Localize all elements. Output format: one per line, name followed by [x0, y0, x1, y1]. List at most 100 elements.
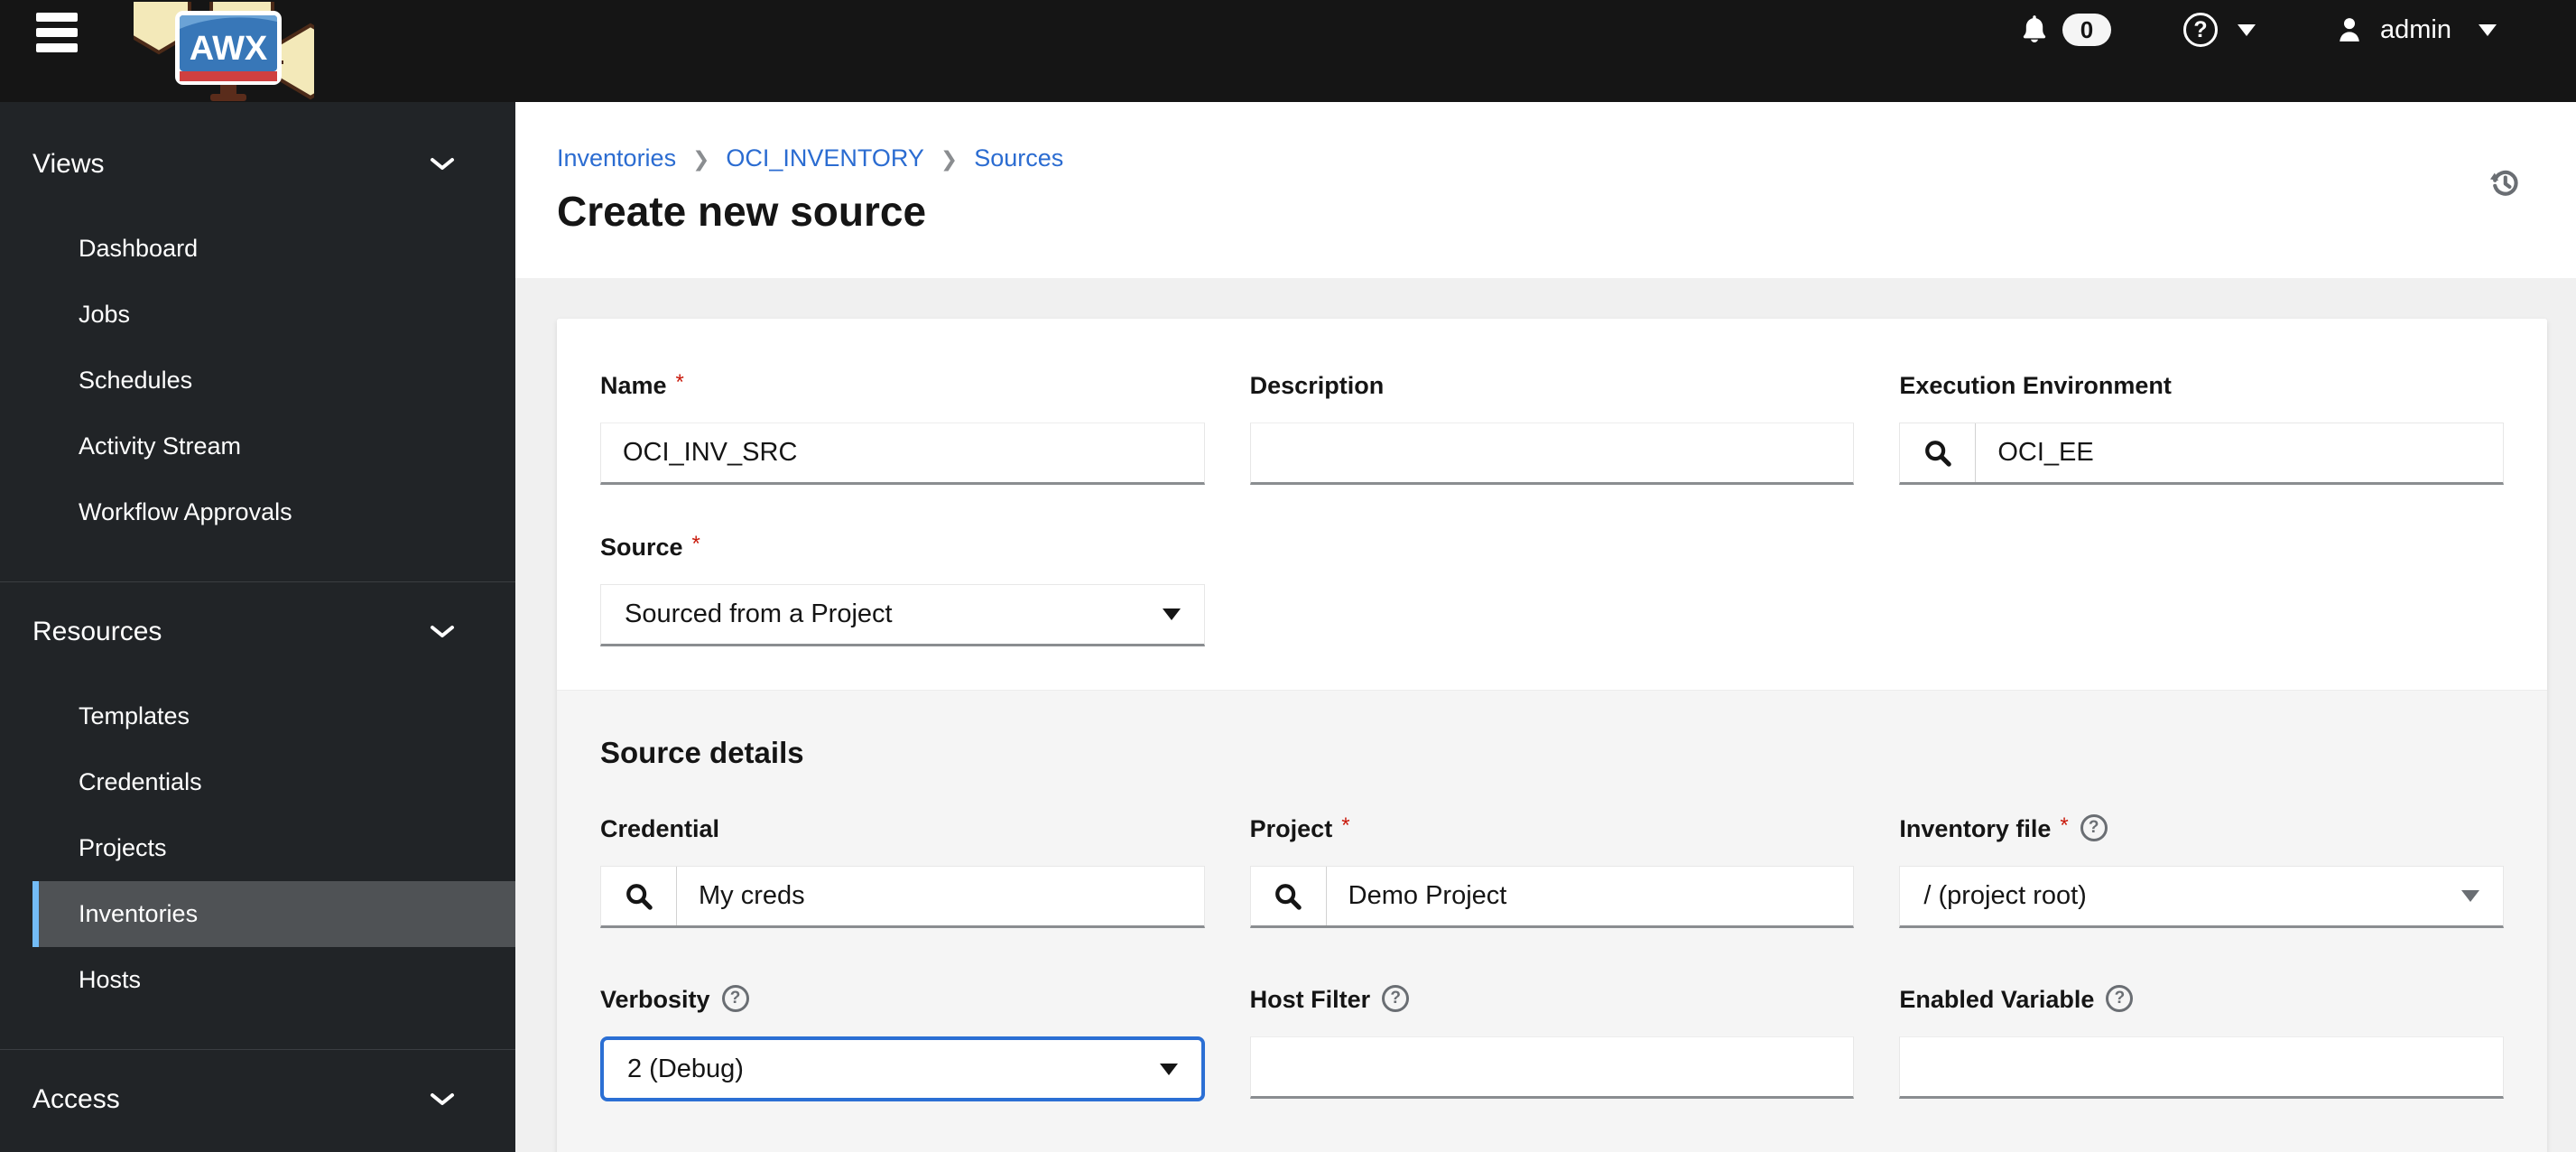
inventory-file-label: Inventory file	[1899, 814, 2052, 842]
inventory-file-select[interactable]: / (project root)	[1899, 866, 2504, 928]
search-icon	[1275, 883, 1302, 910]
field-inventory-file: Inventory file * ? / (project root)	[1899, 813, 2504, 928]
field-name: Name *	[600, 370, 1205, 485]
help-menu-button[interactable]: ?	[2183, 13, 2256, 47]
caret-down-icon	[2461, 890, 2479, 902]
main-content: Inventories ❯ OCI_INVENTORY ❯ Sources Cr…	[515, 102, 2576, 1152]
sidebar-item-activity-stream[interactable]: Activity Stream	[0, 413, 515, 479]
sidebar-item-dashboard[interactable]: Dashboard	[0, 216, 515, 282]
verbosity-select[interactable]: 2 (Debug)	[600, 1036, 1205, 1101]
awx-logo[interactable]: AWX	[134, 2, 314, 101]
history-button[interactable]	[2488, 165, 2522, 202]
sidebar-group-resources: Resources Templates Credentials Projects…	[0, 581, 515, 1013]
source-select[interactable]: Sourced from a Project	[600, 584, 1205, 646]
chevron-down-icon	[431, 626, 454, 637]
breadcrumb-link-oci-inventory[interactable]: OCI_INVENTORY	[726, 144, 924, 172]
help-icon[interactable]: ?	[721, 985, 749, 1012]
name-input[interactable]	[600, 423, 1205, 485]
field-credential: Credential	[600, 813, 1205, 928]
credential-input[interactable]	[677, 867, 1204, 925]
breadcrumb-link-sources[interactable]: Sources	[974, 144, 1063, 172]
caret-down-icon	[1162, 609, 1181, 620]
required-asterisk: *	[675, 370, 684, 395]
sidebar-item-inventories[interactable]: Inventories	[32, 881, 515, 947]
sidebar-item-templates[interactable]: Templates	[0, 683, 515, 749]
content-area: Name * Description	[515, 278, 2576, 1152]
sidebar-group-access: Access	[0, 1049, 515, 1128]
breadcrumb-link-inventories[interactable]: Inventories	[557, 144, 676, 172]
sidebar-item-jobs[interactable]: Jobs	[0, 282, 515, 348]
notification-badge: 0	[2062, 14, 2111, 46]
description-label: Description	[1249, 371, 1385, 399]
host-filter-input[interactable]	[1249, 1036, 1855, 1099]
host-filter-label: Host Filter	[1249, 985, 1371, 1013]
section-title: Source details	[600, 736, 804, 769]
project-label: Project	[1249, 814, 1333, 842]
chevron-down-icon	[2238, 23, 2256, 36]
question-icon: ?	[2183, 13, 2218, 47]
sidebar-item-credentials[interactable]: Credentials	[0, 749, 515, 815]
execution-environment-lookup	[1899, 423, 2504, 485]
awx-logo-graphic: AWX	[134, 2, 314, 101]
sidebar-group-toggle[interactable]: Resources	[0, 604, 515, 660]
bell-icon	[2023, 15, 2046, 42]
breadcrumb-separator-icon: ❯	[940, 147, 959, 171]
field-enabled-variable: Enabled Variable ?	[1899, 984, 2504, 1101]
hamburger-menu-icon[interactable]	[36, 13, 78, 54]
required-asterisk: *	[1341, 813, 1350, 838]
search-icon	[1924, 440, 1951, 467]
name-label: Name	[600, 371, 667, 399]
enabled-variable-input[interactable]	[1899, 1036, 2504, 1099]
required-asterisk: *	[691, 532, 700, 556]
field-verbosity: Verbosity ? 2 (Debug)	[600, 984, 1205, 1101]
user-icon	[2340, 18, 2359, 42]
chevron-down-icon	[431, 1093, 454, 1105]
project-input[interactable]	[1326, 867, 1854, 925]
sidebar-item-schedules[interactable]: Schedules	[0, 348, 515, 413]
sidebar-item-workflow-approvals[interactable]: Workflow Approvals	[0, 479, 515, 545]
masthead-toolbar: 0 ? admin	[2017, 0, 2497, 60]
chevron-down-icon	[431, 158, 454, 170]
field-source: Source * Sourced from a Project	[600, 532, 1205, 646]
execution-environment-input[interactable]	[1976, 423, 2503, 482]
help-icon[interactable]: ?	[2106, 985, 2134, 1012]
breadcrumb: Inventories ❯ OCI_INVENTORY ❯ Sources	[557, 144, 2576, 172]
enabled-variable-label: Enabled Variable	[1899, 985, 2095, 1013]
page-title: Create new source	[557, 188, 927, 235]
source-details-section: Source details Credential My creds Proje…	[557, 690, 2547, 1152]
source-form-card: Name * Description	[557, 319, 2547, 1152]
page-header: Inventories ❯ OCI_INVENTORY ❯ Sources Cr…	[515, 102, 2576, 278]
description-input[interactable]	[1249, 423, 1855, 485]
sidebar-item-projects[interactable]: Projects	[0, 815, 515, 881]
help-icon[interactable]: ?	[1382, 985, 1410, 1012]
execution-environment-search-button[interactable]	[1900, 423, 1977, 482]
chevron-down-icon	[2479, 23, 2497, 36]
verbosity-select-value: 2 (Debug)	[627, 1054, 744, 1083]
masthead: AWX 0 ? admin	[0, 0, 2576, 102]
project-lookup	[1249, 866, 1855, 928]
credential-label: Credential	[600, 814, 720, 842]
field-host-filter: Host Filter ?	[1249, 984, 1855, 1101]
notifications-button[interactable]: 0	[2017, 13, 2111, 47]
awx-logo-text: AWX	[190, 30, 268, 68]
sidebar-group-toggle[interactable]: Views	[0, 136, 515, 192]
sidebar-group-views: Views Dashboard Jobs Schedules Activity …	[0, 102, 515, 545]
user-menu-button[interactable]: admin	[2333, 14, 2497, 46]
source-label: Source	[600, 533, 683, 561]
breadcrumb-separator-icon: ❯	[692, 147, 710, 171]
inventory-file-select-value: / (project root)	[1923, 881, 2087, 910]
sidebar-group-toggle[interactable]: Access	[0, 1072, 515, 1128]
caret-down-icon	[1159, 1063, 1178, 1075]
history-icon	[2490, 170, 2518, 196]
field-execution-environment: Execution Environment	[1899, 370, 2504, 485]
search-icon	[625, 883, 653, 910]
username-label: admin	[2380, 14, 2451, 44]
source-select-value: Sourced from a Project	[625, 599, 893, 628]
credential-search-button[interactable]	[601, 867, 677, 925]
sidebar: Views Dashboard Jobs Schedules Activity …	[0, 102, 515, 1152]
help-icon[interactable]: ?	[2080, 814, 2108, 841]
form-top-section: Name * Description	[557, 319, 2547, 690]
sidebar-item-hosts[interactable]: Hosts	[0, 947, 515, 1013]
project-search-button[interactable]	[1250, 867, 1327, 925]
field-project: Project *	[1249, 813, 1855, 928]
